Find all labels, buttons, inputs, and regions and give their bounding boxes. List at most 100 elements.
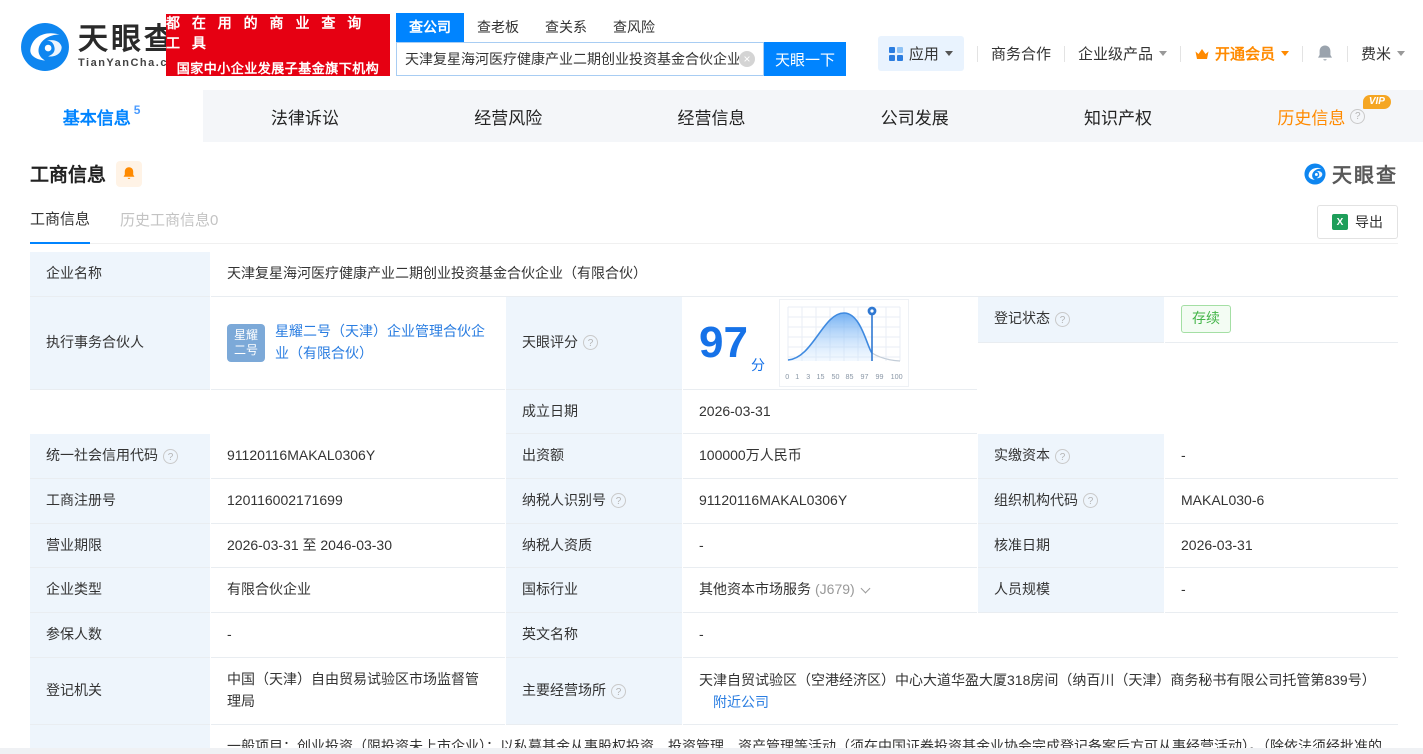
chevron-down-icon bbox=[944, 51, 953, 56]
search-tab-boss[interactable]: 查老板 bbox=[464, 13, 532, 42]
tab-operating-info[interactable]: 经营信息 bbox=[610, 90, 813, 142]
tab-legal-proceedings[interactable]: 法律诉讼 bbox=[203, 90, 406, 142]
establish-date-label: 成立日期 bbox=[506, 389, 682, 435]
score-label-text: 天眼评分 bbox=[522, 333, 578, 350]
company-name-label: 企业名称 bbox=[30, 252, 210, 297]
org-code-value: MAKAL030-6 bbox=[1165, 479, 1398, 524]
paid-capital-text: 实缴资本 bbox=[994, 447, 1050, 464]
notifications-button[interactable] bbox=[1316, 44, 1334, 63]
enterprise-product-label: 企业级产品 bbox=[1077, 46, 1153, 63]
tab-basic-info[interactable]: 基本信息 5 bbox=[0, 90, 204, 142]
staff-size-value: - bbox=[1165, 568, 1398, 614]
export-button[interactable]: X 导出 bbox=[1317, 205, 1398, 239]
partner-avatar[interactable]: 星耀 二号 bbox=[227, 323, 265, 362]
bell-icon bbox=[1317, 45, 1332, 61]
chevron-down-icon bbox=[1158, 51, 1167, 56]
help-icon[interactable]: ? bbox=[163, 448, 178, 464]
business-site-label: 主要经营场所 ? bbox=[506, 657, 682, 726]
staff-size-label: 人员规模 bbox=[978, 568, 1164, 614]
chevron-down-icon[interactable] bbox=[860, 583, 871, 594]
slogan-banner: 都 在 用 的 商 业 查 询 工 具 国家中小企业发展子基金旗下机构 bbox=[166, 14, 390, 76]
credit-code-value: 91120116MAKAL0306Y bbox=[211, 434, 505, 480]
english-name-value: - bbox=[683, 613, 1398, 658]
divider bbox=[976, 45, 978, 62]
business-term-value: 2026-03-31 至 2046-03-30 bbox=[211, 523, 505, 569]
tab-history-info[interactable]: VIP 历史信息 ? bbox=[1220, 90, 1423, 142]
monitor-bell-button[interactable] bbox=[116, 160, 143, 187]
help-icon[interactable]: ? bbox=[1350, 108, 1366, 124]
tab-operating-risk[interactable]: 经营风险 bbox=[407, 90, 610, 142]
bell-icon bbox=[123, 167, 135, 179]
divider bbox=[1063, 45, 1065, 62]
main-tab-bar: 基本信息 5 法律诉讼 经营风险 经营信息 公司发展 知识产权 VIP 历史信息… bbox=[0, 90, 1423, 142]
taxpayer-id-text: 纳税人识别号 bbox=[522, 492, 606, 509]
nearby-companies-link[interactable]: 附近公司 bbox=[713, 694, 769, 710]
header: 天眼查 TianYanCha.com 都 在 用 的 商 业 查 询 工 具 国… bbox=[0, 0, 1423, 90]
company-type-label: 企业类型 bbox=[30, 568, 210, 614]
apps-grid-icon bbox=[888, 46, 903, 61]
approval-date-value: 2026-03-31 bbox=[1165, 523, 1398, 569]
industry-code: (J679) bbox=[815, 581, 855, 598]
tianyancha-logo[interactable]: 天眼查 TianYanCha.com bbox=[20, 22, 187, 72]
subtab-business-info[interactable]: 工商信息 bbox=[30, 208, 91, 244]
user-menu[interactable]: 费米 bbox=[1361, 43, 1405, 64]
search-input[interactable] bbox=[405, 51, 739, 67]
search-tab-relation[interactable]: 查关系 bbox=[532, 13, 600, 42]
watermark-logo: 天眼查 bbox=[1304, 159, 1398, 188]
section-title: 工商信息 bbox=[30, 165, 107, 186]
avatar-text-line1: 星耀 bbox=[233, 327, 258, 342]
bottom-divider bbox=[0, 748, 1423, 754]
table-row: 统一社会信用代码 ? 91120116MAKAL0306Y 出资额 100000… bbox=[30, 434, 1398, 480]
open-vip-menu[interactable]: 开通会员 bbox=[1194, 43, 1289, 64]
enterprise-product-menu[interactable]: 企业级产品 bbox=[1078, 43, 1167, 64]
tab-intellectual-property[interactable]: 知识产权 bbox=[1016, 90, 1219, 142]
export-label: 导出 bbox=[1355, 214, 1383, 230]
tianyancha-logo-icon bbox=[21, 23, 69, 71]
contribution-label: 出资额 bbox=[506, 434, 682, 480]
table-row: 营业期限 2026-03-31 至 2046-03-30 纳税人资质 - 核准日… bbox=[30, 523, 1398, 569]
help-icon[interactable]: ? bbox=[611, 493, 626, 509]
score-unit: 分 bbox=[750, 357, 765, 373]
table-row: 企业名称 天津复星海河医疗健康产业二期创业投资基金合伙企业（有限合伙） bbox=[30, 252, 1398, 297]
credit-code-label: 统一社会信用代码 ? bbox=[30, 434, 210, 480]
industry-label: 国标行业 bbox=[506, 568, 682, 614]
help-icon[interactable]: ? bbox=[1055, 448, 1070, 464]
table-row: 执行事务合伙人 星耀 二号 星耀二号（天津）企业管理合伙企业（有限合伙） 登记状… bbox=[30, 296, 1398, 435]
table-row: 参保人数 - 英文名称 - bbox=[30, 613, 1398, 658]
search-tab-risk[interactable]: 查风险 bbox=[600, 13, 668, 42]
apps-menu[interactable]: 应用 bbox=[877, 36, 964, 71]
reg-authority-value: 中国（天津）自由贸易试验区市场监督管理局 bbox=[211, 657, 505, 726]
registration-status-text: 登记状态 bbox=[994, 310, 1050, 327]
search-button[interactable]: 天眼一下 bbox=[764, 42, 846, 76]
paid-capital-value: - bbox=[1165, 434, 1398, 480]
business-term-label: 营业期限 bbox=[30, 523, 210, 569]
subtab-bar: 工商信息 历史工商信息0 X 导出 bbox=[30, 204, 1398, 244]
help-icon[interactable]: ? bbox=[1055, 311, 1070, 327]
help-icon[interactable]: ? bbox=[583, 335, 598, 351]
org-code-text: 组织机构代码 bbox=[994, 492, 1078, 509]
org-code-label: 组织机构代码 ? bbox=[978, 479, 1164, 524]
tianyancha-logo-icon bbox=[1304, 162, 1326, 185]
business-coop-link[interactable]: 商务合作 bbox=[991, 43, 1051, 64]
tab-company-development[interactable]: 公司发展 bbox=[813, 90, 1016, 142]
partner-company-link[interactable]: 星耀二号（天津）企业管理合伙企业（有限合伙） bbox=[275, 321, 489, 364]
search-area: 查公司 查老板 查关系 查风险 × 天眼一下 bbox=[396, 13, 846, 76]
bell-curve-chart bbox=[787, 306, 901, 362]
executive-partner-value: 星耀 二号 星耀二号（天津）企业管理合伙企业（有限合伙） bbox=[211, 296, 505, 390]
table-row: 工商注册号 120116002171699 纳税人识别号 ? 91120116M… bbox=[30, 479, 1398, 524]
help-icon[interactable]: ? bbox=[1083, 493, 1098, 509]
help-icon[interactable]: ? bbox=[611, 683, 626, 699]
paid-capital-label: 实缴资本 ? bbox=[978, 434, 1164, 480]
divider bbox=[1301, 45, 1303, 62]
score-distribution-chart: 01 3 15 50 85 97 99 100 bbox=[778, 298, 909, 387]
credit-code-text: 统一社会信用代码 bbox=[46, 447, 158, 464]
approval-date-label: 核准日期 bbox=[978, 523, 1164, 569]
header-nav: 应用 商务合作 企业级产品 开通会员 费米 bbox=[877, 36, 1405, 71]
table-row: 企业类型 有限合伙企业 国标行业 其他资本市场服务 (J679) 人员规模 - bbox=[30, 568, 1398, 614]
taxpayer-quality-value: - bbox=[683, 523, 977, 569]
subtab-history-business-info[interactable]: 历史工商信息0 bbox=[120, 209, 218, 243]
business-info-table: 企业名称 天津复星海河医疗健康产业二期创业投资基金合伙企业（有限合伙） 执行事务… bbox=[30, 252, 1398, 754]
search-tab-company[interactable]: 查公司 bbox=[396, 13, 464, 42]
clear-search-icon[interactable]: × bbox=[739, 51, 755, 67]
slogan-line1: 都 在 用 的 商 业 查 询 工 具 bbox=[166, 15, 366, 51]
